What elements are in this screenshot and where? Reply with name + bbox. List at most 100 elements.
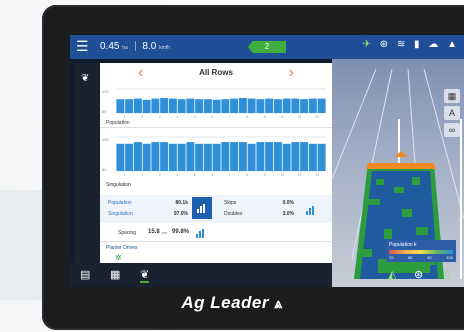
x-tick-label: 1: [124, 173, 126, 177]
chart-bar: [273, 99, 282, 113]
x-tick-label: 2: [141, 115, 143, 119]
chart-bar: [168, 143, 177, 171]
row-selector: ‹ All Rows ›: [100, 63, 332, 83]
chart-bar: [168, 98, 177, 113]
document-icon[interactable]: ▤: [80, 268, 90, 281]
x-tick-label: 6: [211, 173, 213, 177]
singulation-chart: 100 80 1 2 3 4 5 6 7 8 9 10 11 12 Singulation: [100, 131, 332, 187]
chart-bar: [265, 98, 274, 113]
y-tick-label: 120: [102, 89, 109, 94]
cloud-sync-icon[interactable]: ☁: [428, 39, 441, 50]
steering-wheel-icon[interactable]: ⊛: [380, 39, 391, 50]
chart-bar: [256, 99, 265, 113]
chart-bar: [273, 142, 282, 171]
population-chart-svg: 120801 2 3 4 5 6 7 8 9 10 11 12Population: [102, 88, 326, 125]
width-value: 8.0: [142, 41, 157, 52]
status-icons: ✈ ⊛ ≋ ▮ ☁ ▲: [363, 39, 461, 50]
chevron-right-icon[interactable]: ›: [289, 64, 294, 82]
chart-bar: [177, 99, 186, 113]
bottom-navigation: ▤ ▦ ❦ ◭ ⊛ ▯: [70, 263, 450, 287]
chart-bar: [317, 98, 326, 113]
skips-chart-icon[interactable]: [306, 206, 316, 215]
chart-bar: [195, 99, 204, 113]
x-tick-label: 5: [194, 173, 196, 177]
x-tick-label: 7: [229, 173, 231, 177]
chart-bar: [265, 142, 274, 171]
spacing-row: Spacing 15.8 cm 99.8%: [100, 227, 332, 239]
wifi-icon[interactable]: ≋: [397, 39, 408, 50]
chart-bar: [151, 98, 160, 113]
guidance-tag[interactable]: 2: [248, 41, 286, 53]
seedling-icon[interactable]: ❦: [140, 268, 150, 283]
x-tick-label: 9: [264, 173, 266, 177]
chart-bar: [203, 99, 212, 113]
chart-bar: [238, 142, 247, 171]
chart-bar: [133, 142, 142, 171]
width-unit: km/h: [159, 45, 170, 51]
alert-icon[interactable]: ▲: [447, 39, 460, 50]
chart-bar: [203, 143, 212, 171]
chart-bar: [142, 143, 151, 171]
phone-icon[interactable]: ▯: [444, 268, 450, 281]
signal-bars-icon[interactable]: ▮: [414, 39, 423, 50]
spacing-chart-icon[interactable]: [196, 229, 206, 238]
seedling-icon[interactable]: ❦: [81, 73, 89, 84]
map-side-buttons: ▦ A ∞: [444, 89, 462, 140]
legend-ticks: 70 80 90 100: [389, 255, 453, 260]
x-tick-label: 12: [315, 173, 319, 177]
population-legend: Population k 70 80 90 100: [386, 240, 456, 262]
y-tick-label: 80: [102, 167, 107, 172]
speed-readout: 0.45 ha 8.0 km/h: [100, 41, 170, 52]
doubles-value: 3.0%: [282, 211, 294, 217]
chart-bar: [160, 142, 169, 171]
singulation-value: 97.0%: [173, 211, 188, 217]
population-highlight[interactable]: [192, 197, 212, 219]
population-value: 80.1k: [175, 200, 188, 206]
letter-a-icon[interactable]: A: [444, 106, 460, 120]
field-icon[interactable]: ◭: [388, 268, 396, 281]
chart-bar: [160, 98, 169, 113]
x-tick-label: 8: [246, 115, 248, 119]
chart-bar: [300, 99, 309, 113]
chart-bar: [300, 142, 309, 171]
chart-bar: [282, 143, 291, 171]
singulation-label: Singulation: [108, 211, 133, 217]
chart-bar: [125, 143, 134, 171]
chart-bar: [195, 143, 204, 171]
spacing-label: Spacing: [118, 230, 137, 236]
x-tick-label: 3: [159, 115, 161, 119]
legend-tick: 90: [427, 255, 432, 260]
readout-divider: [134, 41, 136, 52]
x-tick-label: 12: [315, 115, 319, 119]
chart-bar: [212, 99, 221, 113]
hamburger-menu-icon[interactable]: ☰: [76, 39, 89, 53]
chart-bar: [308, 143, 317, 171]
chart-bar: [317, 143, 326, 171]
steering-icon[interactable]: ⊛: [414, 268, 423, 281]
x-tick-label: 11: [298, 173, 302, 177]
chart-bar: [238, 98, 247, 113]
x-tick-label: 6: [211, 115, 213, 119]
brand-logo: Ag Leader ⩓: [0, 293, 464, 313]
x-tick-label: 5: [194, 115, 196, 119]
chart-bar: [125, 99, 134, 113]
satellite-steer-icon[interactable]: ✈: [363, 39, 374, 50]
binoculars-icon[interactable]: ∞: [444, 123, 460, 137]
x-tick-label: 4: [176, 173, 178, 177]
chart-bar: [308, 98, 317, 113]
x-tick-label: 10: [280, 115, 284, 119]
chart-bar: [221, 99, 230, 113]
chart-bar: [186, 142, 195, 171]
population-label: Population: [108, 200, 132, 206]
grid-icon[interactable]: ▦: [110, 268, 120, 281]
chart-bar: [247, 98, 256, 113]
chart-bar: [291, 142, 300, 171]
map-layer-icon[interactable]: ▦: [444, 89, 460, 103]
row-selector-title: All Rows: [199, 68, 233, 77]
display-screen: ☰ 0.45 ha 8.0 km/h 2 ✈ ⊛ ≋ ▮ ☁ ▲ ▦ A ∞ P…: [70, 35, 464, 287]
chart-bar: [282, 98, 291, 113]
status-bar: ☰ 0.45 ha 8.0 km/h 2 ✈ ⊛ ≋ ▮ ☁ ▲: [70, 35, 464, 59]
x-tick-label: 9: [264, 115, 266, 119]
legend-tick: 80: [408, 255, 413, 260]
chart-bar: [230, 142, 239, 171]
